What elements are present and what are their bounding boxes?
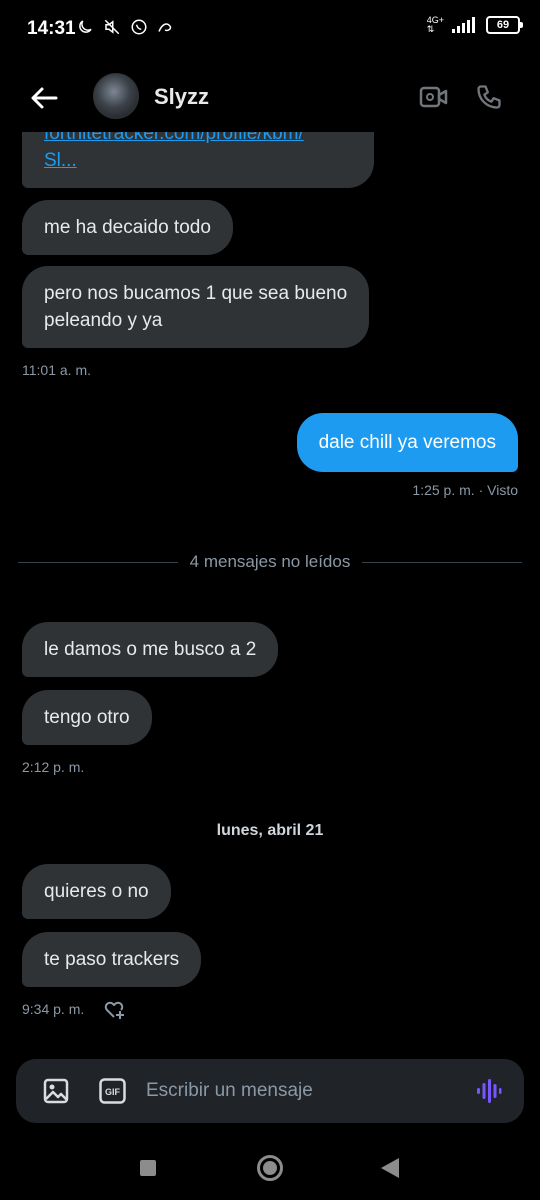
message-bubble[interactable]: quieres o no bbox=[22, 864, 171, 919]
message-timestamp: 9:34 p. m. bbox=[22, 1001, 85, 1017]
video-call-button[interactable] bbox=[418, 82, 450, 112]
unread-count-label: 4 mensajes no leídos bbox=[189, 552, 351, 571]
message-bubble[interactable]: tengo otro bbox=[22, 690, 152, 745]
back-button[interactable] bbox=[26, 80, 62, 116]
message-bubble[interactable]: pero nos bucamos 1 que sea bueno peleand… bbox=[22, 266, 370, 348]
phone-call-icon bbox=[477, 85, 501, 109]
status-icons-left bbox=[76, 18, 174, 36]
gif-label: GIF bbox=[105, 1087, 121, 1097]
system-navigation-bar bbox=[0, 1140, 540, 1200]
system-back-button[interactable] bbox=[381, 1158, 399, 1178]
message-link-truncated[interactable]: Sl... bbox=[44, 150, 77, 171]
divider-line bbox=[18, 561, 178, 563]
message-text: pero nos bucamos 1 que sea bueno bbox=[44, 283, 348, 304]
status-bar: 14:31 4G+ ⇅ 69 bbox=[0, 0, 540, 62]
message-text: tengo otro bbox=[44, 707, 130, 728]
message-text: quieres o no bbox=[44, 881, 149, 902]
message-text: te paso trackers bbox=[44, 949, 180, 970]
status-time: 14:31 bbox=[27, 18, 76, 39]
status-icons-right: 4G+ ⇅ 69 bbox=[426, 15, 523, 34]
mute-icon bbox=[104, 19, 120, 35]
video-call-icon bbox=[419, 86, 448, 108]
message-bubble[interactable]: me ha decaido todo bbox=[22, 200, 233, 255]
image-icon[interactable] bbox=[42, 1077, 70, 1105]
message-text: le damos o me busco a 2 bbox=[44, 639, 257, 660]
message-timestamp-seen: 1:25 p. m. · Visto bbox=[412, 482, 518, 498]
message-timestamp: 2:12 p. m. bbox=[22, 759, 85, 775]
message-bubble[interactable]: le damos o me busco a 2 bbox=[22, 622, 279, 677]
back-arrow-icon bbox=[31, 87, 58, 109]
home-button[interactable] bbox=[257, 1155, 283, 1181]
message-timestamp: 11:01 a. m. bbox=[22, 362, 92, 378]
app-notification-icon bbox=[158, 23, 172, 32]
date-separator: lunes, abril 21 bbox=[216, 822, 324, 839]
message-composer: GIF bbox=[16, 1059, 524, 1123]
unread-divider: 4 mensajes no leídos bbox=[18, 551, 522, 573]
signal-icon bbox=[452, 17, 475, 33]
phone-call-button[interactable] bbox=[474, 81, 504, 113]
divider-line bbox=[362, 561, 522, 563]
moon-icon bbox=[79, 20, 92, 33]
conversation-header: Slyzz bbox=[0, 62, 540, 132]
contact-name[interactable]: Slyzz bbox=[154, 84, 209, 110]
battery-icon: 69 bbox=[486, 16, 523, 34]
message-bubble[interactable]: te paso trackers bbox=[22, 932, 202, 987]
gif-icon[interactable]: GIF bbox=[99, 1078, 126, 1104]
network-indicator: 4G+ ⇅ bbox=[426, 15, 444, 34]
message-text: peleando y ya bbox=[44, 310, 163, 331]
message-text: me ha decaido todo bbox=[44, 217, 211, 238]
message-input[interactable] bbox=[146, 1073, 446, 1109]
whatsapp-icon bbox=[131, 19, 147, 35]
voice-message-icon[interactable] bbox=[474, 1077, 502, 1105]
message-bubble-outgoing[interactable]: dale chill ya veremos bbox=[296, 413, 518, 472]
add-reaction-icon[interactable] bbox=[102, 998, 126, 1020]
avatar[interactable] bbox=[93, 73, 139, 119]
message-text: dale chill ya veremos bbox=[318, 432, 496, 453]
dm-screen: 14:31 4G+ ⇅ 69 Slyzz fortnitetracker.com… bbox=[0, 0, 540, 1200]
recents-button[interactable] bbox=[140, 1160, 156, 1176]
